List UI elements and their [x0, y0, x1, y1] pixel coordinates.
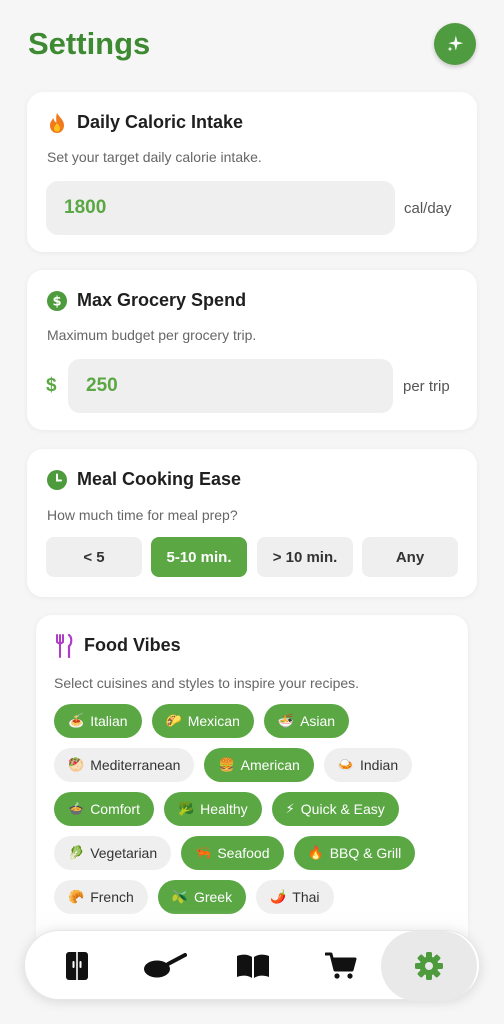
calorie-unit: cal/day	[404, 200, 452, 217]
cooking-ease-title: Meal Cooking Ease	[77, 469, 242, 489]
tab-fridge[interactable]	[37, 931, 117, 1001]
sparkle-icon	[447, 35, 464, 52]
sparkle-button[interactable]	[434, 23, 476, 65]
cooking-ease-card: Meal Cooking Ease How much time for meal…	[27, 449, 477, 597]
cook-time-option-under-5[interactable]: < 5	[46, 537, 142, 577]
grocery-budget-input[interactable]: 250	[68, 359, 393, 413]
grocery-card-description: Maximum budget per grocery trip.	[47, 327, 257, 343]
chip-vegetarian[interactable]: 🥬 Vegetarian	[54, 836, 172, 870]
grocery-card-title: Max Grocery Spend	[77, 290, 247, 310]
cooking-ease-description: How much time for meal prep?	[47, 507, 238, 523]
chip-healthy[interactable]: 🥦 Healthy	[163, 792, 262, 826]
cook-time-option-any[interactable]: Any	[362, 537, 458, 577]
dollar-coin-icon: $	[47, 290, 67, 311]
chip-thai[interactable]: 🌶️ Thai	[256, 880, 334, 914]
tab-settings[interactable]	[381, 931, 477, 1001]
tab-cook[interactable]	[125, 931, 205, 1001]
book-icon	[237, 954, 269, 978]
flame-icon	[47, 112, 67, 133]
grocery-unit: per trip	[403, 378, 450, 395]
food-vibes-title: Food Vibes	[84, 635, 181, 655]
tab-shopping[interactable]	[301, 931, 381, 1001]
svg-text:$: $	[52, 294, 61, 309]
chip-french[interactable]: 🥐 French	[54, 880, 148, 914]
tab-recipes[interactable]	[213, 931, 293, 1001]
chip-mediterranean[interactable]: 🥙 Mediterranean	[54, 748, 195, 782]
chip-american[interactable]: 🍔 American	[204, 748, 314, 782]
chip-greek[interactable]: 🫒 Greek	[157, 880, 247, 914]
cuisine-chip-list: 🍝 Italian 🌮 Mexican 🍜 Asian 🥙 Mediterranean …	[54, 704, 454, 924]
food-vibes-description: Select cuisines and styles to inspire yo…	[54, 675, 360, 691]
currency-symbol: $	[46, 375, 57, 396]
chip-comfort[interactable]: 🍲 Comfort	[54, 792, 154, 826]
cook-time-option-5-10[interactable]: 5-10 min.	[151, 537, 247, 577]
calorie-card-description: Set your target daily calorie intake.	[47, 149, 262, 165]
chip-bbq-grill[interactable]: 🔥 BBQ & Grill	[293, 836, 416, 870]
cart-icon	[325, 952, 357, 979]
calorie-card: Daily Caloric Intake Set your target dai…	[27, 92, 477, 252]
page-title: Settings	[28, 26, 151, 61]
frying-pan-icon	[144, 953, 187, 978]
chip-asian[interactable]: 🍜 Asian	[263, 704, 350, 738]
chip-mexican[interactable]: 🌮 Mexican	[151, 704, 254, 738]
chip-quick-easy[interactable]: ⚡ Quick & Easy	[271, 792, 399, 826]
clock-icon	[47, 469, 67, 490]
bottom-tab-bar	[24, 930, 480, 1001]
chip-indian[interactable]: 🍛 Indian	[323, 748, 413, 782]
calorie-input[interactable]: 1800	[46, 181, 395, 235]
cook-time-option-over-10[interactable]: > 10 min.	[257, 537, 353, 577]
chip-seafood[interactable]: 🦐 Seafood	[181, 836, 284, 870]
calorie-card-title: Daily Caloric Intake	[77, 112, 244, 132]
chip-italian[interactable]: 🍝 Italian	[54, 704, 142, 738]
fridge-icon	[66, 952, 88, 980]
grocery-card: $ Max Grocery Spend Maximum budget per g…	[27, 270, 477, 430]
fork-knife-icon	[54, 633, 74, 658]
gear-icon	[415, 952, 443, 980]
